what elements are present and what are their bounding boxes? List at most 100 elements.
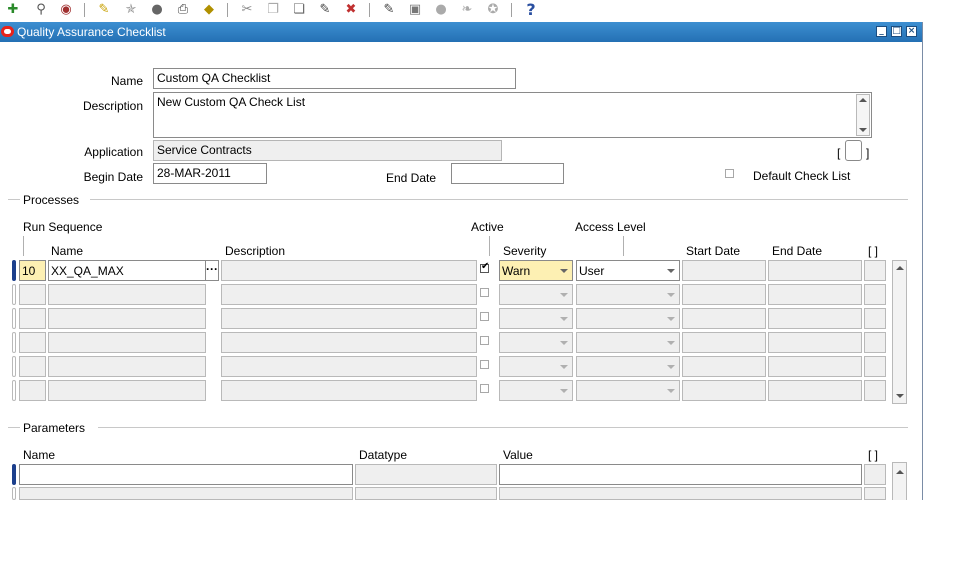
process-name-cell[interactable] xyxy=(48,380,206,401)
end-date-cell[interactable] xyxy=(768,284,862,305)
chevron-down-icon[interactable] xyxy=(667,365,675,369)
lov-button[interactable]: ··· xyxy=(205,260,219,281)
active-checkbox[interactable] xyxy=(480,261,489,273)
scroll-down-icon[interactable] xyxy=(859,128,867,132)
attachments-icon[interactable]: ❧ xyxy=(458,1,476,19)
translations-icon[interactable]: ● xyxy=(432,1,450,19)
row-marker[interactable] xyxy=(12,284,16,305)
row-marker[interactable] xyxy=(12,356,16,377)
param-datatype-cell[interactable] xyxy=(355,464,497,485)
active-checkbox[interactable] xyxy=(480,288,489,297)
scroll-down-icon[interactable] xyxy=(896,394,904,398)
minimize-icon[interactable]: _ xyxy=(876,26,887,37)
description-scrollbar[interactable] xyxy=(856,94,870,136)
scroll-up-icon[interactable] xyxy=(859,98,867,102)
chevron-down-icon[interactable] xyxy=(667,317,675,321)
process-description-cell[interactable] xyxy=(221,308,477,329)
param-name-cell[interactable] xyxy=(19,487,353,500)
access-level-select[interactable] xyxy=(576,332,680,353)
active-checkbox[interactable] xyxy=(480,312,489,321)
end-date-cell[interactable] xyxy=(768,380,862,401)
folder-tools-icon[interactable]: ✪ xyxy=(484,1,502,19)
active-checkbox[interactable] xyxy=(480,336,489,345)
process-name-cell[interactable] xyxy=(48,284,206,305)
parameters-scrollbar[interactable] xyxy=(892,462,907,500)
process-name-cell[interactable]: XX_QA_MAX xyxy=(48,260,206,281)
close-icon[interactable]: × xyxy=(906,26,917,37)
severity-select[interactable] xyxy=(499,308,573,329)
process-description-cell[interactable] xyxy=(221,332,477,353)
default-check-list-checkbox[interactable] xyxy=(725,169,734,178)
run-sequence-cell[interactable] xyxy=(19,284,46,305)
chevron-down-icon[interactable] xyxy=(560,317,568,321)
scroll-up-icon[interactable] xyxy=(896,470,904,474)
param-name-cell[interactable] xyxy=(19,464,353,485)
param-dff-cell[interactable] xyxy=(864,487,886,500)
access-level-select[interactable] xyxy=(576,308,680,329)
row-marker-current[interactable] xyxy=(12,464,16,485)
row-dff-cell[interactable] xyxy=(864,332,886,353)
start-date-cell[interactable] xyxy=(682,332,766,353)
run-sequence-cell[interactable] xyxy=(19,380,46,401)
row-dff-cell[interactable] xyxy=(864,260,886,281)
scroll-up-icon[interactable] xyxy=(896,266,904,270)
row-dff-cell[interactable] xyxy=(864,308,886,329)
help-icon[interactable]: ? xyxy=(522,1,540,19)
next-step-icon[interactable]: ✯ xyxy=(122,1,140,19)
process-name-cell[interactable] xyxy=(48,356,206,377)
header-dff-field[interactable] xyxy=(845,140,862,161)
run-sequence-cell[interactable] xyxy=(19,332,46,353)
process-description-cell[interactable] xyxy=(221,260,477,281)
description-field[interactable]: New Custom QA Check List xyxy=(153,92,872,138)
switch-responsibility-icon[interactable]: ● xyxy=(148,1,166,19)
paste-icon[interactable]: ❏ xyxy=(290,1,308,19)
begin-date-field[interactable]: 28-MAR-2011 xyxy=(153,163,267,184)
navigator-icon[interactable]: ◉ xyxy=(57,1,75,19)
cut-icon[interactable]: ✂ xyxy=(238,1,256,19)
access-level-select[interactable] xyxy=(576,284,680,305)
start-date-cell[interactable] xyxy=(682,356,766,377)
row-marker[interactable] xyxy=(12,308,16,329)
row-marker-current[interactable] xyxy=(12,260,16,281)
process-name-cell[interactable] xyxy=(48,332,206,353)
severity-select[interactable] xyxy=(499,284,573,305)
chevron-down-icon[interactable] xyxy=(667,389,675,393)
save-icon[interactable]: ✎ xyxy=(95,1,113,19)
zoom-icon[interactable]: ▣ xyxy=(406,1,424,19)
severity-select[interactable] xyxy=(499,356,573,377)
start-date-cell[interactable] xyxy=(682,380,766,401)
chevron-down-icon[interactable] xyxy=(560,389,568,393)
row-marker[interactable] xyxy=(12,487,16,500)
process-description-cell[interactable] xyxy=(221,284,477,305)
chevron-down-icon[interactable] xyxy=(560,269,568,273)
clear-record-icon[interactable]: ✎ xyxy=(316,1,334,19)
processes-scrollbar[interactable] xyxy=(892,260,907,404)
run-sequence-cell[interactable] xyxy=(19,308,46,329)
end-date-field[interactable] xyxy=(451,163,564,184)
access-level-select[interactable] xyxy=(576,380,680,401)
process-description-cell[interactable] xyxy=(221,380,477,401)
chevron-down-icon[interactable] xyxy=(667,293,675,297)
delete-record-icon[interactable]: ✖ xyxy=(342,1,360,19)
chevron-down-icon[interactable] xyxy=(560,341,568,345)
param-value-cell[interactable] xyxy=(499,464,862,485)
print-icon[interactable]: ⎙ xyxy=(174,1,192,19)
end-date-cell[interactable] xyxy=(768,260,862,281)
severity-select[interactable]: Warn xyxy=(499,260,573,281)
row-dff-cell[interactable] xyxy=(864,284,886,305)
start-date-cell[interactable] xyxy=(682,284,766,305)
application-field[interactable]: Service Contracts xyxy=(153,140,502,161)
chevron-down-icon[interactable] xyxy=(560,293,568,297)
maximize-icon[interactable]: □ xyxy=(891,26,902,37)
severity-select[interactable] xyxy=(499,380,573,401)
chevron-down-icon[interactable] xyxy=(560,365,568,369)
end-date-cell[interactable] xyxy=(768,332,862,353)
access-level-select[interactable]: User xyxy=(576,260,680,281)
param-dff-cell[interactable] xyxy=(864,464,886,485)
copy-icon[interactable]: ❐ xyxy=(264,1,282,19)
process-name-cell[interactable] xyxy=(48,308,206,329)
row-dff-cell[interactable] xyxy=(864,380,886,401)
end-date-cell[interactable] xyxy=(768,308,862,329)
run-sequence-cell[interactable]: 10 xyxy=(19,260,46,281)
chevron-down-icon[interactable] xyxy=(667,269,675,273)
